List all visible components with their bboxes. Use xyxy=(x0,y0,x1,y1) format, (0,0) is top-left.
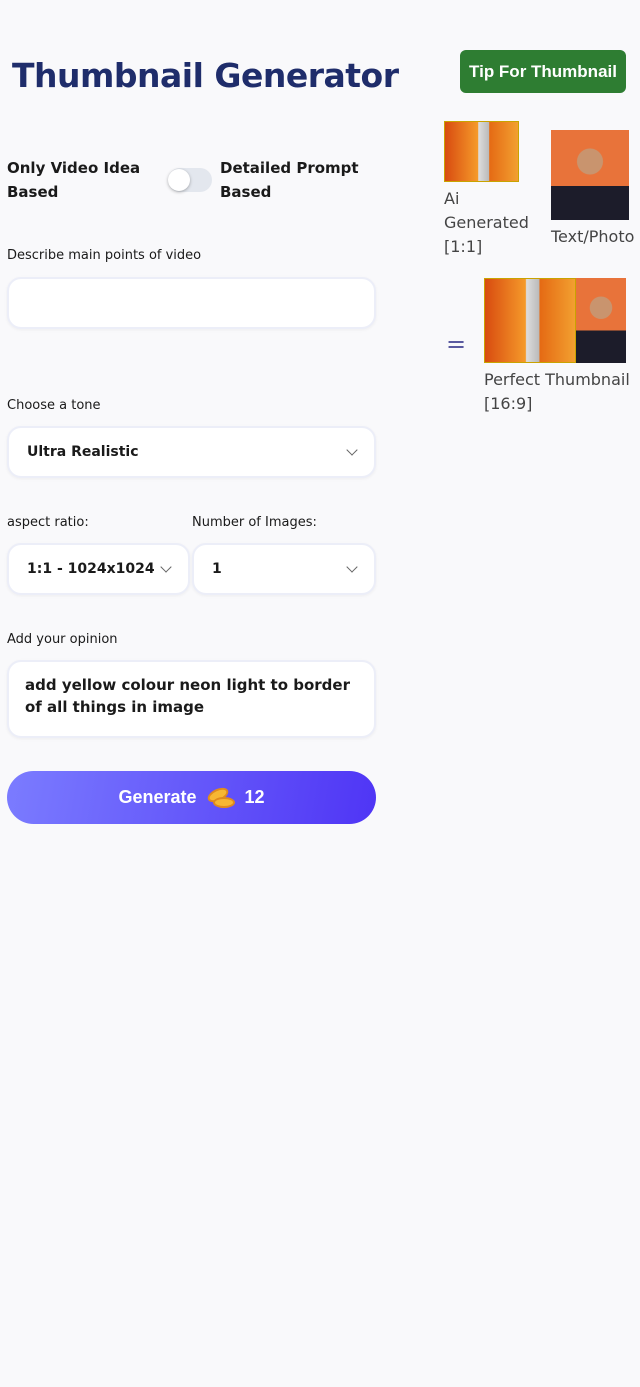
describe-label: Describe main points of video xyxy=(7,248,202,263)
chevron-down-icon xyxy=(346,561,358,573)
mode-right-line1: Detailed Prompt xyxy=(220,159,359,177)
aspect-value: 1:1 - 1024x1024 xyxy=(27,561,155,577)
mode-right-line2: Based xyxy=(220,183,272,201)
photo-image xyxy=(551,130,629,220)
equals-sign: = xyxy=(446,330,467,358)
chevron-down-icon xyxy=(346,444,358,456)
coins-icon xyxy=(204,784,237,809)
count-value: 1 xyxy=(212,561,222,577)
mode-right-label: Detailed Prompt Based xyxy=(220,156,359,204)
describe-input[interactable] xyxy=(7,277,376,329)
mode-toggle[interactable] xyxy=(168,168,212,192)
perfect-thumbnail-image xyxy=(484,278,626,363)
count-label: Number of Images: xyxy=(192,515,317,530)
ai-caption-3: [1:1] xyxy=(444,237,483,256)
thumb-photo-part xyxy=(576,278,626,363)
tone-value: Ultra Realistic xyxy=(27,444,139,460)
photo-caption: Text/Photo xyxy=(551,227,635,246)
generate-label: Generate xyxy=(118,787,197,807)
generate-button[interactable]: Generate 12 xyxy=(7,771,376,824)
credits-count: 12 xyxy=(244,787,265,807)
aspect-select[interactable]: 1:1 - 1024x1024 xyxy=(7,543,190,595)
tip-for-thumbnail-button[interactable]: Tip For Thumbnail xyxy=(460,50,626,93)
ai-generated-image xyxy=(444,121,519,182)
tone-label: Choose a tone xyxy=(7,398,101,413)
tone-select[interactable]: Ultra Realistic xyxy=(7,426,376,478)
mode-left-label: Only Video Idea Based xyxy=(7,156,140,204)
ai-caption-1: Ai xyxy=(444,189,460,208)
chevron-down-icon xyxy=(160,561,172,573)
ai-caption: Ai Generated [1:1] xyxy=(444,187,529,259)
thumb-ai-part xyxy=(484,278,576,363)
mode-left-line1: Only Video Idea xyxy=(7,159,141,177)
toggle-knob xyxy=(168,169,190,191)
result-caption: Perfect Thumbnail [16:9] xyxy=(484,368,630,416)
result-caption-2: [16:9] xyxy=(484,394,533,413)
aspect-label: aspect ratio: xyxy=(7,515,89,530)
ai-caption-2: Generated xyxy=(444,213,529,232)
mode-left-line2: Based xyxy=(7,183,59,201)
opinion-label: Add your opinion xyxy=(7,632,118,647)
page-title: Thumbnail Generator xyxy=(12,56,399,95)
count-select[interactable]: 1 xyxy=(192,543,376,595)
result-caption-1: Perfect Thumbnail xyxy=(484,370,630,389)
opinion-textarea[interactable]: add yellow colour neon light to border o… xyxy=(7,660,376,738)
